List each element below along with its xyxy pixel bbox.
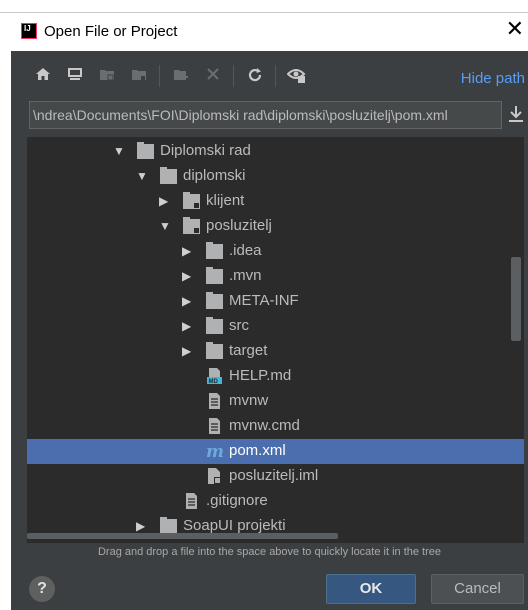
expand-arrow-down-icon[interactable]: ▼ [136, 168, 148, 184]
tree-row-label: .mvn [229, 267, 262, 284]
tree-row-label: posluzitelj [206, 217, 272, 234]
toolbar: Hide path [11, 51, 528, 96]
toolbar-separator [275, 65, 276, 87]
tree-row[interactable]: ▶ klijent [27, 189, 524, 214]
folder-icon [137, 142, 154, 159]
horizontal-scrollbar[interactable] [27, 533, 338, 539]
expand-arrow-right-icon[interactable]: ▶ [182, 268, 194, 284]
tree-row-label: Diplomski rad [160, 142, 251, 159]
tree-row[interactable]: ▼ diplomski [27, 164, 524, 189]
folder-icon [160, 517, 177, 534]
cancel-button[interactable]: Cancel [431, 574, 524, 604]
vertical-scrollbar[interactable] [511, 257, 521, 341]
tree-row-label: .idea [229, 242, 262, 259]
text-file-icon [206, 418, 223, 434]
tree-row[interactable]: m pom.xml [27, 439, 524, 464]
tree-row-label: src [229, 317, 249, 334]
tree-row-label: SoapUI projekti [183, 517, 286, 534]
maven-file-icon: m [206, 443, 224, 459]
expand-arrow-right-icon[interactable]: ▶ [182, 293, 194, 309]
tree-row-label: META-INF [229, 292, 299, 309]
desktop-icon[interactable] [65, 66, 85, 86]
tree-row[interactable]: mvnw [27, 389, 524, 414]
intellij-app-icon [21, 23, 37, 39]
module-folder-icon [183, 192, 200, 209]
folder-icon [206, 267, 223, 284]
tree-row[interactable]: MD HELP.md [27, 364, 524, 389]
dialog-body: Hide path \ndrea\Documents\FOI\Diplomski… [11, 51, 528, 610]
folder-icon [160, 167, 177, 184]
folder-icon [206, 342, 223, 359]
tree-row[interactable]: ▶ .idea [27, 239, 524, 264]
tree-row-label: klijent [206, 192, 245, 209]
expand-arrow-right-icon[interactable]: ▶ [182, 318, 194, 334]
expand-arrow-right-icon[interactable]: ▶ [159, 193, 171, 209]
tree-row-label: pom.xml [229, 442, 286, 459]
help-button[interactable]: ? [29, 576, 55, 602]
refresh-icon[interactable] [245, 66, 265, 86]
markdown-file-icon: MD [206, 368, 223, 384]
toolbar-separator [233, 65, 234, 87]
home-icon[interactable] [33, 66, 53, 86]
tree-row-label: target [229, 342, 268, 359]
module-icon[interactable] [129, 66, 149, 86]
show-hidden-icon[interactable] [286, 66, 307, 86]
text-file-icon [206, 393, 223, 409]
tree-row-label: mvnw [229, 392, 269, 409]
toolbar-separator [159, 65, 160, 87]
tree-row[interactable]: ▶ src [27, 314, 524, 339]
tree-row[interactable]: ▼ Diplomski rad [27, 139, 524, 164]
tree-row[interactable]: .gitignore [27, 489, 524, 514]
window-title: Open File or Project [44, 23, 178, 40]
tree-row[interactable]: mvnw.cmd [27, 414, 524, 439]
close-icon[interactable]: ✕ [506, 19, 524, 41]
download-icon[interactable] [507, 105, 525, 125]
title-bar: Open File or Project ✕ [0, 13, 528, 51]
expand-arrow-right-icon[interactable]: ▶ [182, 343, 194, 359]
delete-icon[interactable] [203, 66, 223, 86]
tree-row[interactable]: ▼ posluzitelj [27, 214, 524, 239]
tree-row-label: .gitignore [206, 492, 268, 509]
expand-arrow-right-icon[interactable]: ▶ [136, 518, 148, 534]
tree-row[interactable]: ▶ META-INF [27, 289, 524, 314]
folder-icon [206, 242, 223, 259]
drag-drop-hint: Drag and drop a file into the space abov… [97, 546, 442, 558]
svg-text:m: m [206, 443, 224, 459]
tree-row-label: HELP.md [229, 367, 292, 384]
expand-arrow-right-icon[interactable]: ▶ [182, 243, 194, 259]
text-file-icon [183, 493, 200, 509]
hide-path-link[interactable]: Hide path [461, 70, 525, 87]
expand-arrow-down-icon[interactable]: ▼ [113, 143, 125, 159]
tree-row-label: diplomski [183, 167, 246, 184]
module-folder-icon [183, 217, 200, 234]
file-tree[interactable]: ▼ Diplomski rad ▼ diplomski ▶ klijent ▼ posluzi… [27, 137, 524, 543]
ok-button[interactable]: OK [326, 574, 416, 604]
tree-row[interactable]: ▶ .mvn [27, 264, 524, 289]
module-file-icon [206, 468, 223, 484]
tree-row-label: posluzitelj.iml [229, 467, 319, 484]
path-input[interactable]: \ndrea\Documents\FOI\Diplomski rad\diplo… [29, 101, 502, 129]
new-folder-icon[interactable] [171, 66, 191, 86]
folder-icon [206, 317, 223, 334]
expand-arrow-down-icon[interactable]: ▼ [159, 218, 171, 234]
project-icon[interactable] [97, 66, 117, 86]
tree-row[interactable]: posluzitelj.iml [27, 464, 524, 489]
tree-row-label: mvnw.cmd [229, 417, 300, 434]
svg-text:MD: MD [209, 379, 219, 384]
folder-icon [206, 292, 223, 309]
tree-row[interactable]: ▶ target [27, 339, 524, 364]
